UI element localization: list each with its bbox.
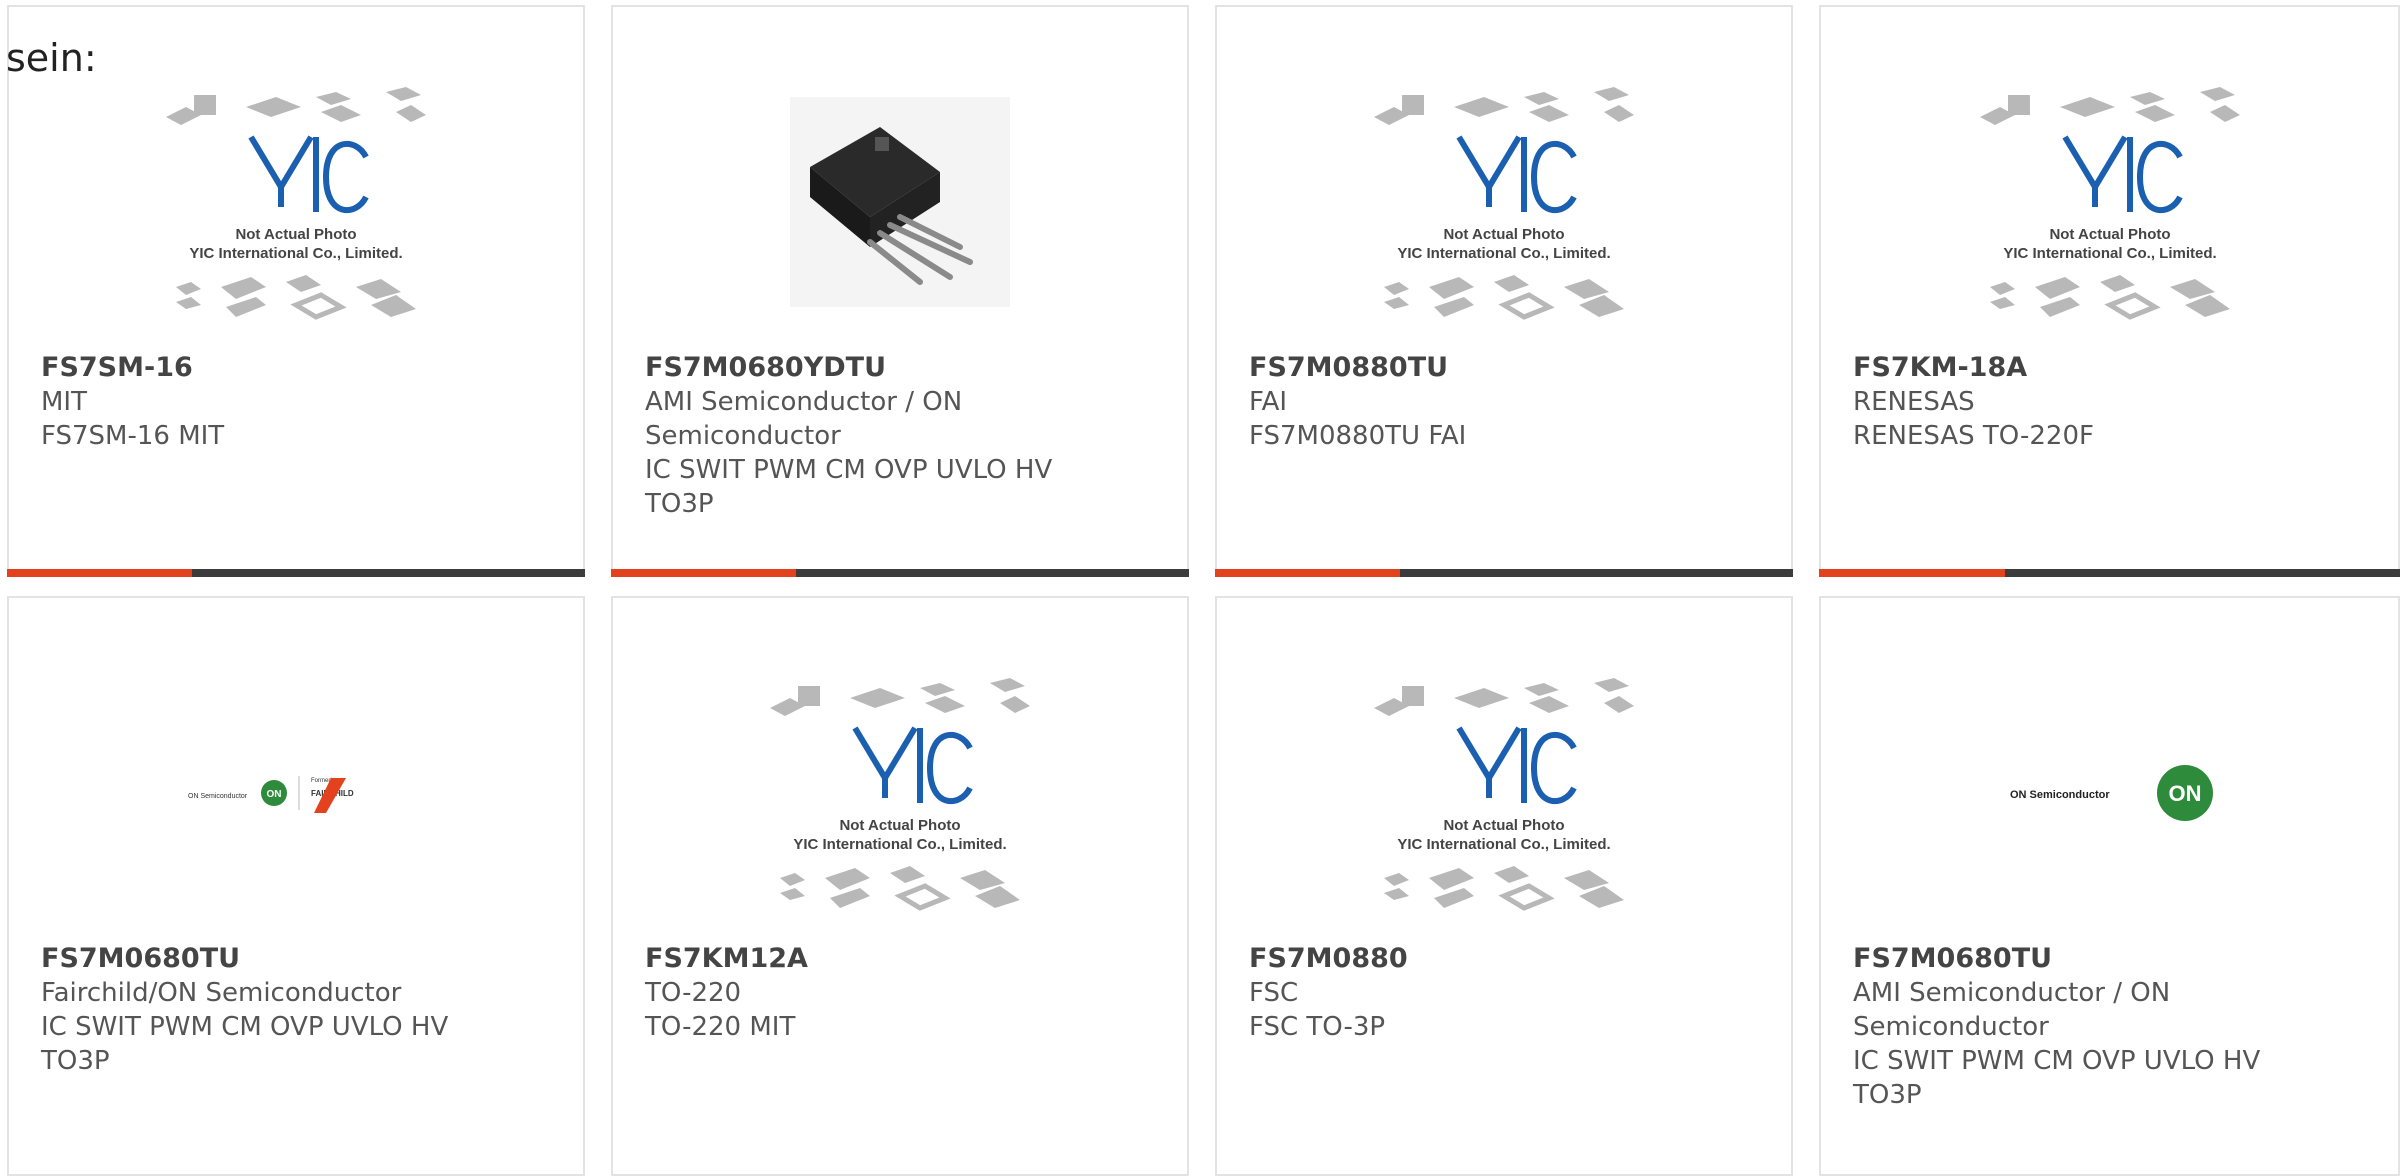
- manufacturer: TO-220: [645, 978, 742, 1008]
- description: IC SWIT PWM CM OVP UVLO HV: [1853, 1046, 2261, 1076]
- yic-placeholder-image: Not Actual Photo YIC International Co., …: [166, 87, 426, 320]
- product-image: [613, 57, 1187, 347]
- svg-text:Not Actual Photo: Not Actual Photo: [1443, 817, 1564, 834]
- svg-text:ON: ON: [267, 789, 282, 800]
- lead-text: sein:: [6, 36, 97, 80]
- part-number[interactable]: FS7KM12A: [645, 942, 1163, 976]
- svg-text:ON: ON: [2168, 781, 2201, 806]
- description: RENESAS TO-220F: [1853, 421, 2094, 451]
- card-accent-bar: [1819, 569, 2400, 577]
- manufacturer-cont: Semiconductor: [645, 421, 841, 451]
- svg-text:ON Semiconductor: ON Semiconductor: [2010, 789, 2110, 801]
- product-card[interactable]: Not Actual Photo YIC International Co., …: [1215, 5, 1793, 577]
- description-cont: TO3P: [1853, 1080, 1922, 1110]
- on-semiconductor-logo: ON Semiconductor ON: [2010, 765, 2213, 821]
- card-accent-bar: [1215, 569, 1793, 577]
- svg-text:Not Actual Photo: Not Actual Photo: [839, 817, 960, 834]
- description: FS7SM-16 MIT: [41, 421, 225, 451]
- manufacturer: AMI Semiconductor / ON: [1853, 978, 2171, 1008]
- description: TO-220 MIT: [645, 1012, 796, 1042]
- svg-text:YIC International Co., Limited: YIC International Co., Limited.: [2003, 245, 2216, 262]
- manufacturer: MIT: [41, 387, 87, 417]
- product-image: Not Actual Photo YIC International Co., …: [1217, 648, 1791, 938]
- manufacturer: FAI: [1249, 387, 1288, 417]
- product-card[interactable]: Not Actual Photo YIC International Co., …: [611, 596, 1189, 1176]
- part-number[interactable]: FS7M0880: [1249, 942, 1767, 976]
- card-accent-bar: [7, 569, 585, 577]
- on-fairchild-logo: ON Semiconductor ON Formerly FAIRCHILD: [188, 776, 354, 813]
- product-card[interactable]: FS7M0680YDTU AMI Semiconductor / ON Semi…: [611, 5, 1189, 577]
- description-cont: TO3P: [41, 1046, 110, 1076]
- svg-text:YIC International Co., Limited: YIC International Co., Limited.: [793, 836, 1006, 853]
- manufacturer: Fairchild/ON Semiconductor: [41, 978, 402, 1008]
- yic-placeholder-image: Not Actual Photo YIC International Co., …: [770, 678, 1030, 911]
- product-card[interactable]: ON Semiconductor ON Formerly FAIRCHILD F…: [7, 596, 585, 1176]
- svg-text:Not Actual Photo: Not Actual Photo: [1443, 226, 1564, 243]
- part-number[interactable]: FS7M0680TU: [1853, 942, 2374, 976]
- description: FS7M0880TU FAI: [1249, 421, 1467, 451]
- card-accent-bar: [611, 569, 1189, 577]
- description-cont: TO3P: [645, 489, 714, 519]
- manufacturer: AMI Semiconductor / ON: [645, 387, 963, 417]
- manufacturer-cont: Semiconductor: [1853, 1012, 2049, 1042]
- product-image: Not Actual Photo YIC International Co., …: [1217, 57, 1791, 347]
- description: IC SWIT PWM CM OVP UVLO HV: [645, 455, 1053, 485]
- part-number[interactable]: FS7SM-16: [41, 351, 559, 385]
- product-card[interactable]: Not Actual Photo YIC International Co., …: [1819, 5, 2400, 577]
- svg-text:Not Actual Photo: Not Actual Photo: [235, 226, 356, 243]
- description: IC SWIT PWM CM OVP UVLO HV: [41, 1012, 449, 1042]
- product-image: ON Semiconductor ON: [1821, 648, 2398, 938]
- manufacturer: FSC: [1249, 978, 1299, 1008]
- svg-text:YIC International Co., Limited: YIC International Co., Limited.: [1397, 245, 1610, 262]
- description: FSC TO-3P: [1249, 1012, 1386, 1042]
- yic-placeholder-image: Not Actual Photo YIC International Co., …: [1374, 678, 1634, 911]
- product-image: Not Actual Photo YIC International Co., …: [613, 648, 1187, 938]
- part-number[interactable]: FS7M0880TU: [1249, 351, 1767, 385]
- svg-text:YIC International Co., Limited: YIC International Co., Limited.: [1397, 836, 1610, 853]
- product-image: Not Actual Photo YIC International Co., …: [1821, 57, 2398, 347]
- part-number[interactable]: FS7M0680TU: [41, 942, 559, 976]
- yic-placeholder-image: Not Actual Photo YIC International Co., …: [1979, 87, 2240, 320]
- product-card[interactable]: Not Actual Photo YIC International Co., …: [1215, 596, 1793, 1176]
- product-card[interactable]: Not Actual Photo YIC International Co., …: [7, 5, 585, 577]
- product-image: Not Actual Photo YIC International Co., …: [9, 57, 583, 347]
- yic-placeholder-image: Not Actual Photo YIC International Co., …: [1374, 87, 1634, 320]
- svg-text:Not Actual Photo: Not Actual Photo: [2049, 226, 2170, 243]
- product-image: ON Semiconductor ON Formerly FAIRCHILD: [9, 648, 583, 938]
- to3p-package-photo: [790, 97, 1010, 307]
- part-number[interactable]: FS7M0680YDTU: [645, 351, 1163, 385]
- manufacturer: RENESAS: [1853, 387, 1975, 417]
- part-number[interactable]: FS7KM-18A: [1853, 351, 2374, 385]
- svg-text:ON Semiconductor: ON Semiconductor: [188, 793, 248, 800]
- product-card[interactable]: ON Semiconductor ON FS7M0680TU AMI Semic…: [1819, 596, 2400, 1176]
- svg-text:YIC International Co., Limited: YIC International Co., Limited.: [189, 245, 402, 262]
